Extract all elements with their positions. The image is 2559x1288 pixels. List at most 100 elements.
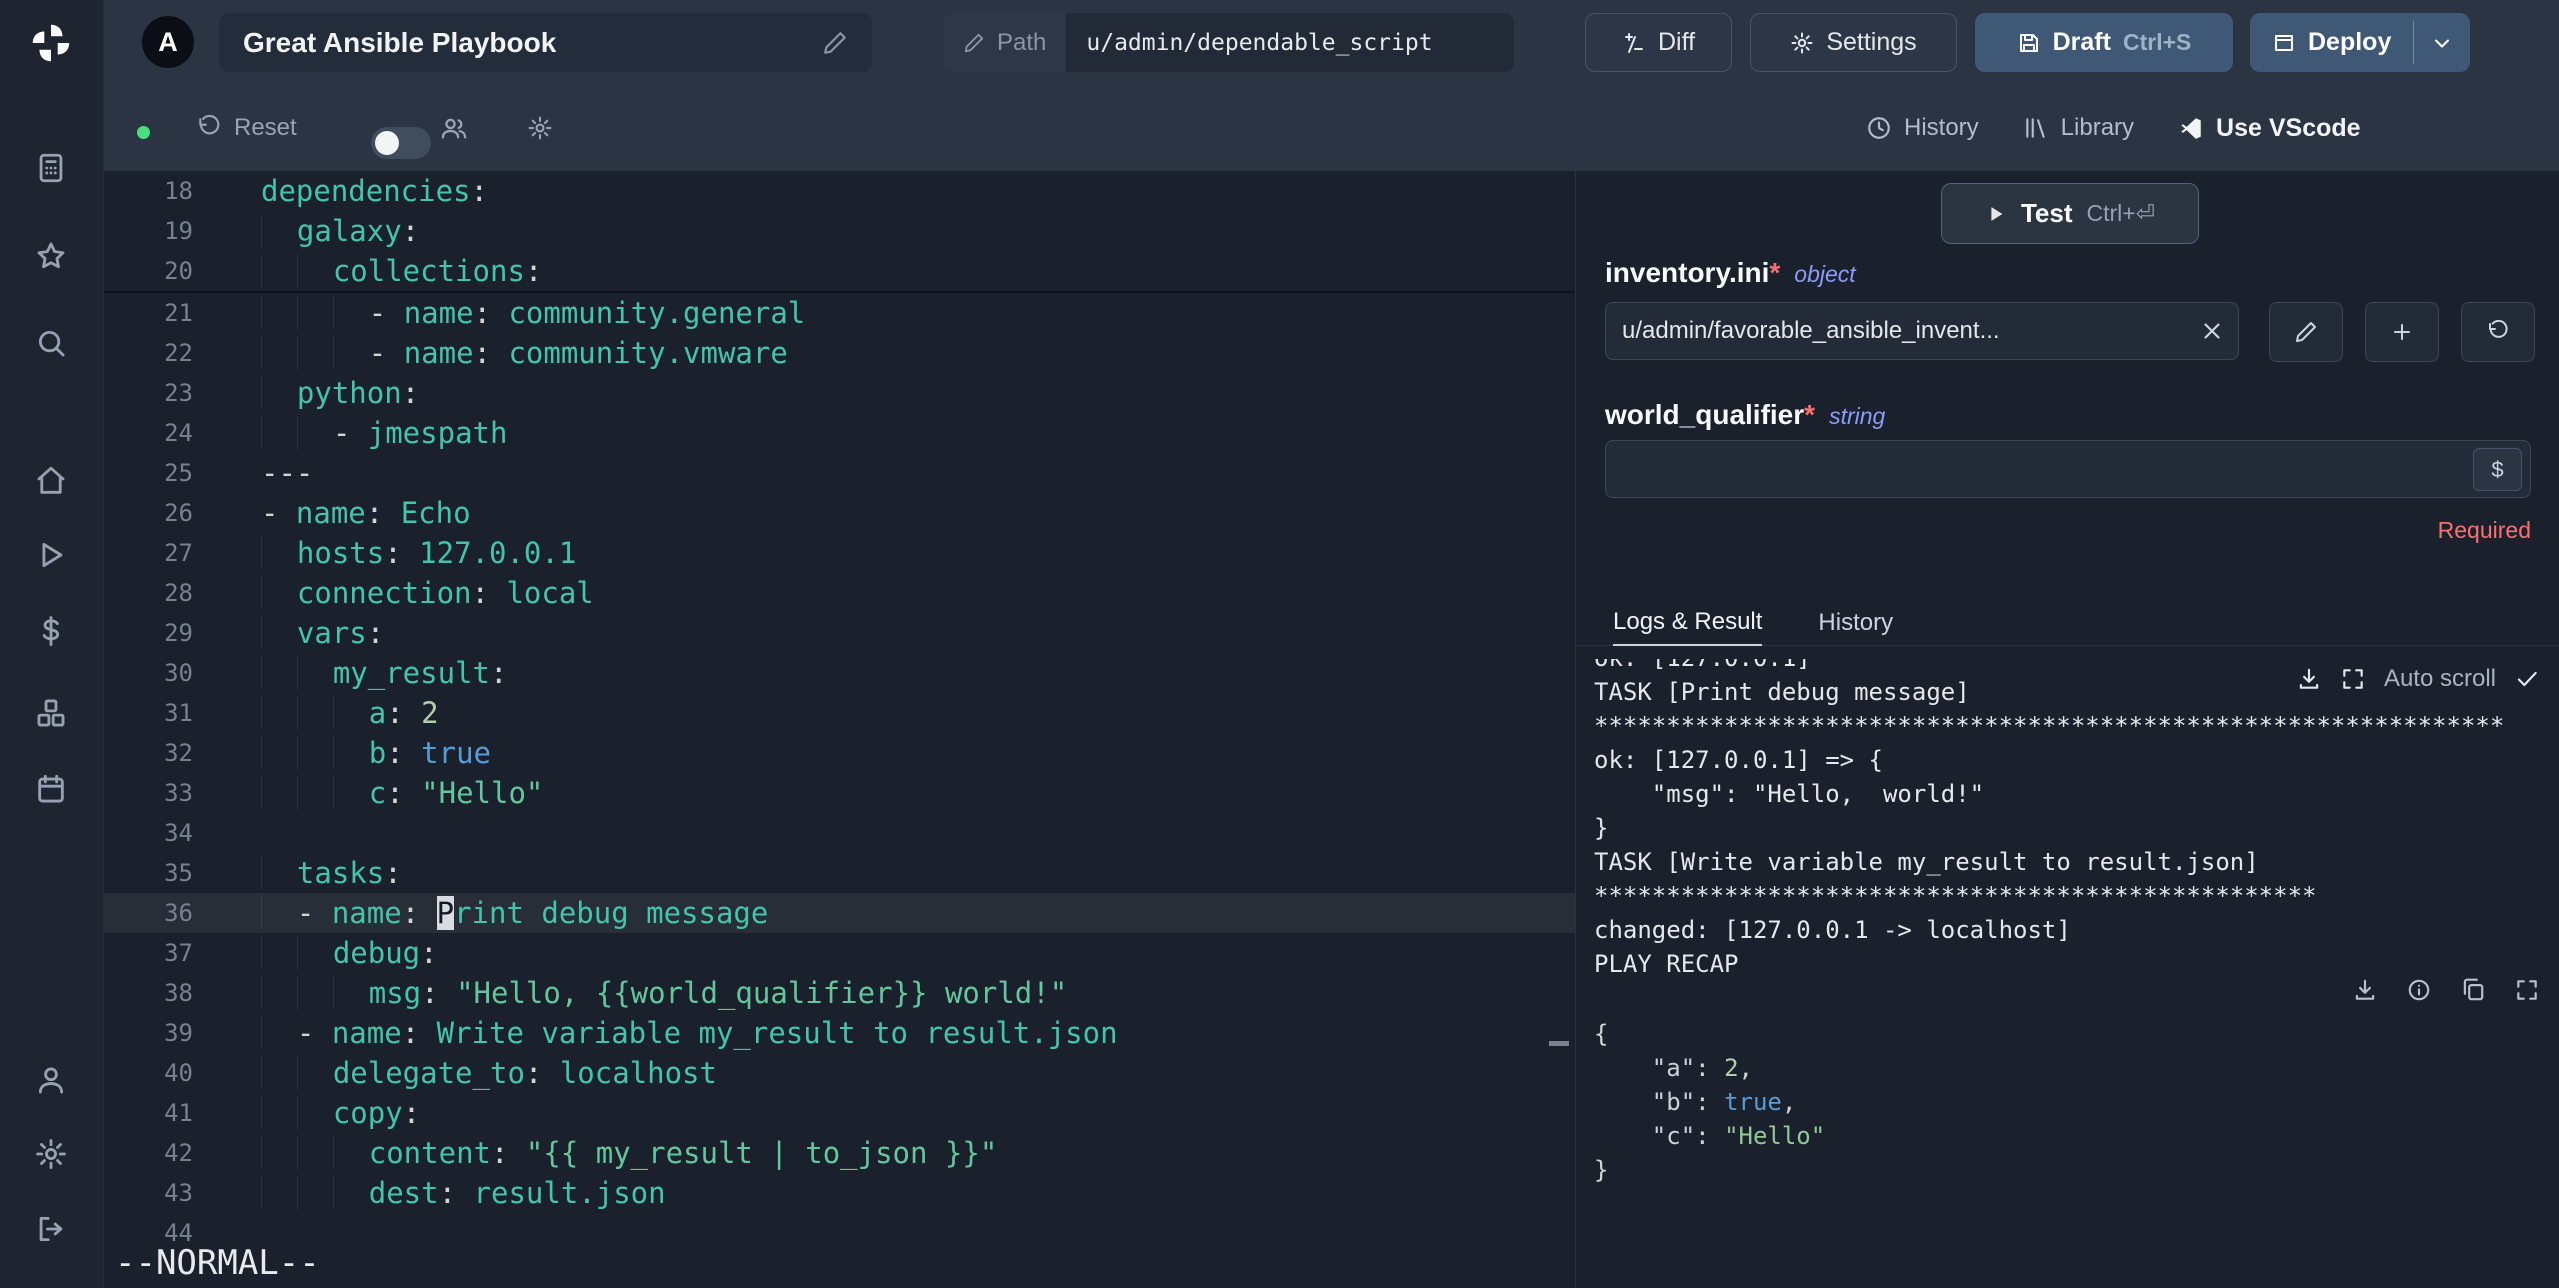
- library-button[interactable]: Library: [2023, 114, 2134, 142]
- refresh-icon: [2486, 320, 2510, 344]
- line-number: 18: [164, 177, 193, 205]
- star-icon[interactable]: [34, 239, 68, 273]
- result-toolbar: [2352, 977, 2540, 1003]
- code-line[interactable]: 26- name: Echo: [103, 493, 1575, 533]
- code-line[interactable]: 20 collections:: [103, 251, 1575, 291]
- code-line[interactable]: 42 content: "{{ my_result | to_json }}": [103, 1133, 1575, 1173]
- calculator-icon[interactable]: [34, 151, 68, 185]
- play-icon[interactable]: [34, 538, 68, 572]
- code-line[interactable]: 32 b: true: [103, 733, 1575, 773]
- result-json-line: "b": true,: [1651, 1088, 1797, 1116]
- line-number: 34: [164, 819, 193, 847]
- code-line[interactable]: 24 - jmespath: [103, 413, 1575, 453]
- line-number: 29: [164, 619, 193, 647]
- refresh-resource-button[interactable]: [2461, 302, 2535, 362]
- add-resource-button[interactable]: [2365, 302, 2439, 362]
- diff-button[interactable]: Diff: [1585, 13, 1732, 72]
- path-chip[interactable]: Path: [943, 13, 1067, 72]
- download-logs-icon[interactable]: [2296, 666, 2322, 692]
- avatar[interactable]: A: [142, 16, 194, 68]
- field-type: string: [1829, 403, 1886, 429]
- diff-label: Diff: [1657, 28, 1696, 56]
- expand-result-icon[interactable]: [2514, 977, 2540, 1003]
- code-line[interactable]: 29 vars:: [103, 613, 1575, 653]
- path-group[interactable]: Path u/admin/dependable_script: [943, 13, 1514, 72]
- use-vscode-button[interactable]: Use VScode: [2178, 114, 2361, 143]
- toggle-knob: [375, 131, 399, 155]
- edit-title-icon[interactable]: [822, 30, 848, 56]
- code-line[interactable]: 21 - name: community.general: [103, 293, 1575, 333]
- code-line[interactable]: 43 dest: result.json: [103, 1173, 1575, 1213]
- edit-resource-button[interactable]: [2269, 302, 2343, 362]
- code-lines[interactable]: 21 - name: community.general 22 - name: c…: [103, 293, 1575, 1253]
- copy-result-icon[interactable]: [2460, 977, 2486, 1003]
- code-line[interactable]: 22 - name: community.vmware: [103, 333, 1575, 373]
- log-line: changed: [127.0.0.1 -> localhost]: [1594, 916, 2071, 944]
- code-line[interactable]: 33 c: "Hello": [103, 773, 1575, 813]
- code-line[interactable]: 23 python:: [103, 373, 1575, 413]
- history-button[interactable]: History: [1866, 114, 1979, 142]
- gear-icon[interactable]: [34, 1137, 68, 1171]
- result-json-line: {: [1594, 1020, 1609, 1048]
- code-line[interactable]: 27 hosts: 127.0.0.1: [103, 533, 1575, 573]
- log-line: ****************************************…: [1594, 712, 2505, 740]
- tab-logs-result[interactable]: Logs & Result: [1613, 600, 1763, 646]
- code-line[interactable]: 40 delegate_to: localhost: [103, 1053, 1575, 1093]
- editor-settings-button[interactable]: [527, 85, 553, 171]
- code-line[interactable]: 37 debug:: [103, 933, 1575, 973]
- test-button[interactable]: Test Ctrl+⏎: [1941, 183, 2199, 244]
- calendar-icon[interactable]: [34, 772, 68, 806]
- sticky-scroll[interactable]: 18 dependencies: 19 galaxy: 20 collections:: [103, 171, 1575, 293]
- gear-icon: [1790, 31, 1814, 55]
- collaborators-button[interactable]: [440, 85, 468, 171]
- code-line[interactable]: 34: [103, 813, 1575, 853]
- boxes-icon[interactable]: [34, 696, 68, 730]
- user-icon[interactable]: [34, 1063, 68, 1097]
- home-icon[interactable]: [34, 464, 68, 498]
- world-qualifier-input[interactable]: [1605, 440, 2531, 498]
- expand-logs-icon[interactable]: [2340, 666, 2366, 692]
- run-panel: Test Ctrl+⏎ inventory.ini* object world_…: [1575, 171, 2559, 1288]
- code-line[interactable]: 44: [103, 1213, 1575, 1253]
- var-picker-button[interactable]: $: [2473, 448, 2522, 491]
- draft-shortcut: Ctrl+S: [2122, 29, 2192, 55]
- reset-icon: [196, 115, 222, 141]
- windmill-logo[interactable]: [28, 20, 74, 66]
- code-line[interactable]: 31 a: 2: [103, 693, 1575, 733]
- inventory-input[interactable]: [1605, 302, 2239, 360]
- dollar-icon[interactable]: [34, 614, 68, 648]
- clear-icon[interactable]: [2199, 318, 2225, 344]
- search-icon[interactable]: [34, 326, 68, 360]
- logout-icon[interactable]: [34, 1212, 68, 1246]
- line-number: 28: [164, 579, 193, 607]
- code-line[interactable]: 35 tasks:: [103, 853, 1575, 893]
- line-number: 23: [164, 379, 193, 407]
- code-line[interactable]: 19 galaxy:: [103, 211, 1575, 251]
- deploy-dropdown-button[interactable]: [2414, 13, 2470, 72]
- log-output: ok: [127.0.0.1]TASK [Print debug message…: [1594, 659, 2552, 979]
- code-line[interactable]: 30 my_result:: [103, 653, 1575, 693]
- reset-button[interactable]: Reset: [196, 85, 297, 171]
- field-label-world-qualifier: world_qualifier* string: [1605, 399, 1885, 431]
- field-name: inventory.ini: [1605, 257, 1770, 288]
- code-line[interactable]: 38 msg: "Hello, {{world_qualifier}} worl…: [103, 973, 1575, 1013]
- code-line[interactable]: 25 ---: [103, 453, 1575, 493]
- code-editor[interactable]: 18 dependencies: 19 galaxy: 20 collections:…: [103, 171, 1575, 1288]
- settings-button[interactable]: Settings: [1750, 13, 1957, 72]
- code-line[interactable]: 39 - name: Write variable my_result to r…: [103, 1013, 1575, 1053]
- script-title-box[interactable]: Great Ansible Playbook: [219, 13, 872, 72]
- line-number: 20: [164, 257, 193, 285]
- info-icon[interactable]: [2406, 977, 2432, 1003]
- diff-toggle[interactable]: [371, 127, 431, 159]
- path-value: u/admin/dependable_script: [1066, 13, 1514, 72]
- deploy-button[interactable]: Deploy: [2250, 13, 2413, 72]
- save-icon: [2017, 31, 2041, 55]
- draft-button[interactable]: Draft Ctrl+S: [1975, 13, 2233, 72]
- download-result-icon[interactable]: [2352, 977, 2378, 1003]
- code-line[interactable]: 18 dependencies:: [103, 171, 1575, 211]
- code-line[interactable]: 36 - name: Print debug message: [103, 893, 1575, 933]
- code-line[interactable]: 28 connection: local: [103, 573, 1575, 613]
- code-line[interactable]: 41 copy:: [103, 1093, 1575, 1133]
- autoscroll-check-icon[interactable]: [2514, 666, 2540, 692]
- tab-history[interactable]: History: [1818, 600, 1893, 646]
